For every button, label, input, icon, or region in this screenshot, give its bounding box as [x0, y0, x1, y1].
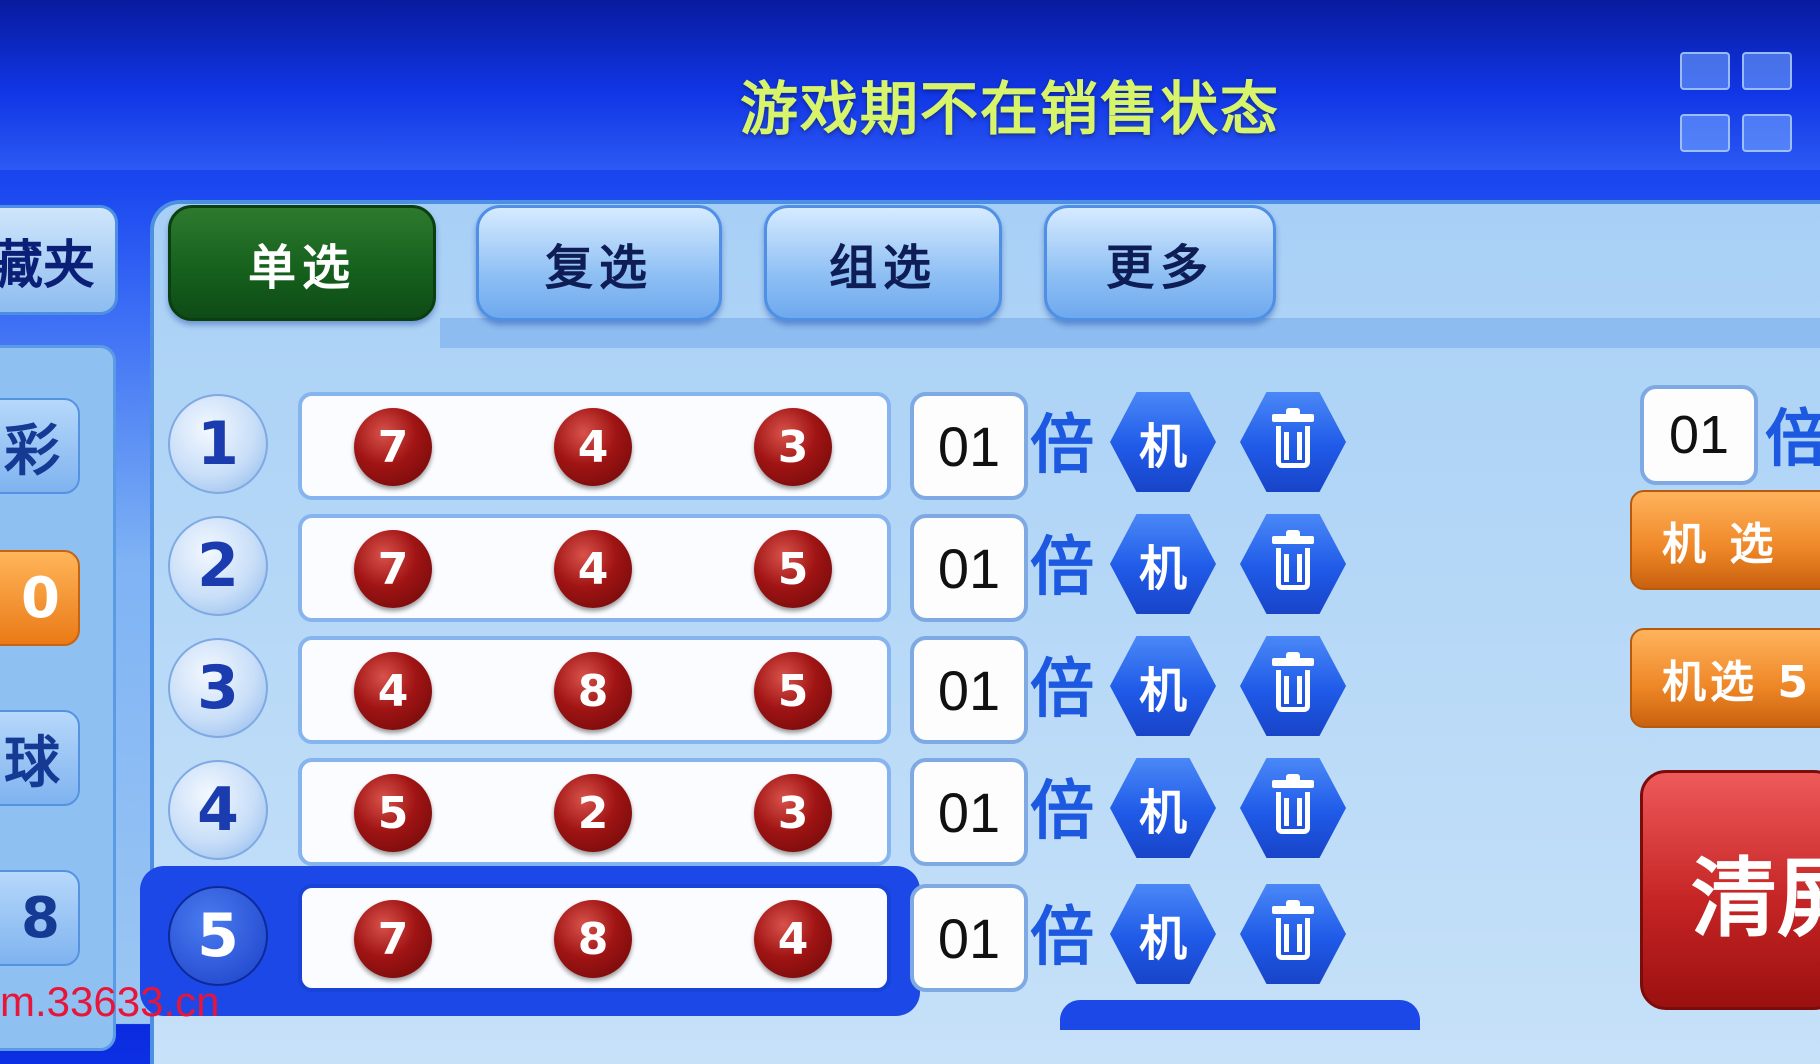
random-pick-5-button[interactable]: 机选 5 注 — [1630, 628, 1820, 728]
number-ball: 5 — [754, 652, 832, 730]
watermark-url: m.33633.cn — [0, 978, 220, 1025]
trash-icon — [1270, 774, 1316, 836]
bet-row: 3 4 8 5 01 倍 机 — [150, 632, 1410, 744]
number-ball: 4 — [754, 900, 832, 978]
number-ball: 3 — [754, 408, 832, 486]
number-box[interactable]: 7 8 4 — [298, 884, 891, 992]
multiple-field[interactable]: 01 — [910, 884, 1028, 992]
delete-row-button[interactable] — [1240, 392, 1346, 492]
number-ball: 4 — [554, 530, 632, 608]
bottom-bar-fragment — [1060, 1000, 1420, 1030]
random-pick-button[interactable]: 机 — [1110, 884, 1216, 984]
user-icon — [1680, 114, 1730, 152]
rail-item-2[interactable]: 0 — [0, 550, 80, 646]
random-pick-button[interactable]: 机 — [1110, 636, 1216, 736]
bet-row: 4 5 2 3 01 倍 机 — [150, 754, 1410, 866]
clear-screen-button[interactable]: 清屏 — [1640, 770, 1820, 1010]
multiple-field[interactable]: 01 — [910, 758, 1028, 866]
number-ball: 7 — [354, 408, 432, 486]
random-pick-button[interactable]: 机 — [1110, 392, 1216, 492]
rail-item-4[interactable]: 8 — [0, 870, 80, 966]
number-box[interactable]: 7 4 5 — [298, 514, 891, 622]
number-ball: 5 — [754, 530, 832, 608]
number-ball: 4 — [554, 408, 632, 486]
number-ball: 5 — [354, 774, 432, 852]
number-ball: 2 — [554, 774, 632, 852]
tab-single[interactable]: 单选 — [168, 205, 436, 321]
multiple-label: 倍 — [1030, 653, 1094, 727]
tab-multiple[interactable]: 复选 — [476, 205, 722, 321]
row-number[interactable]: 3 — [168, 638, 268, 738]
multiple-label: 倍 — [1030, 901, 1094, 975]
row-number[interactable]: 5 — [168, 886, 268, 986]
mail-icon — [1742, 52, 1792, 90]
number-ball: 7 — [354, 900, 432, 978]
random-pick-button[interactable]: 机 — [1110, 758, 1216, 858]
row-number[interactable]: 2 — [168, 516, 268, 616]
trash-icon — [1270, 408, 1316, 470]
sale-status-title: 游戏期不在销售状态 — [739, 75, 1280, 143]
delete-row-button[interactable] — [1240, 636, 1346, 736]
rail-item-3[interactable]: 球 — [0, 710, 80, 806]
row-number[interactable]: 1 — [168, 394, 268, 494]
favorites-tab[interactable]: 藏夹 — [0, 205, 118, 315]
trash-icon — [1270, 530, 1316, 592]
rail-item-1[interactable]: 彩 — [0, 398, 80, 494]
network-icon — [1742, 114, 1792, 152]
row-number[interactable]: 4 — [168, 760, 268, 860]
number-ball: 3 — [754, 774, 832, 852]
multiple-field[interactable]: 01 — [910, 392, 1028, 500]
monitor-icon — [1680, 52, 1730, 90]
delete-row-button[interactable] — [1240, 758, 1346, 858]
bet-row: 1 7 4 3 01 倍 机 — [150, 388, 1410, 500]
bet-row: 2 7 4 5 01 倍 机 — [150, 510, 1410, 622]
number-ball: 8 — [554, 900, 632, 978]
number-box[interactable]: 5 2 3 — [298, 758, 891, 866]
tab-group[interactable]: 组选 — [764, 205, 1002, 321]
multiple-label: 倍 — [1030, 409, 1094, 483]
global-multiple-label: 倍 — [1765, 402, 1820, 475]
multiple-field[interactable]: 01 — [910, 514, 1028, 622]
random-pick-button[interactable]: 机 — [1110, 514, 1216, 614]
system-status-icons — [1680, 52, 1810, 172]
number-ball: 4 — [354, 652, 432, 730]
delete-row-button[interactable] — [1240, 514, 1346, 614]
multiple-field[interactable]: 01 — [910, 636, 1028, 744]
trash-icon — [1270, 900, 1316, 962]
number-ball: 8 — [554, 652, 632, 730]
tab-more[interactable]: 更多 — [1044, 205, 1276, 321]
delete-row-button[interactable] — [1240, 884, 1346, 984]
number-box[interactable]: 4 8 5 — [298, 636, 891, 744]
trash-icon — [1270, 652, 1316, 714]
multiple-label: 倍 — [1030, 775, 1094, 849]
tab-strip — [440, 318, 1820, 348]
random-pick-all-button[interactable]: 机 选 — [1630, 490, 1820, 590]
bet-row-selected: 5 7 8 4 01 倍 机 — [140, 866, 1410, 1016]
number-ball: 7 — [354, 530, 432, 608]
number-box[interactable]: 7 4 3 — [298, 392, 891, 500]
multiple-label: 倍 — [1030, 531, 1094, 605]
global-multiple-field[interactable]: 01 — [1640, 385, 1758, 485]
